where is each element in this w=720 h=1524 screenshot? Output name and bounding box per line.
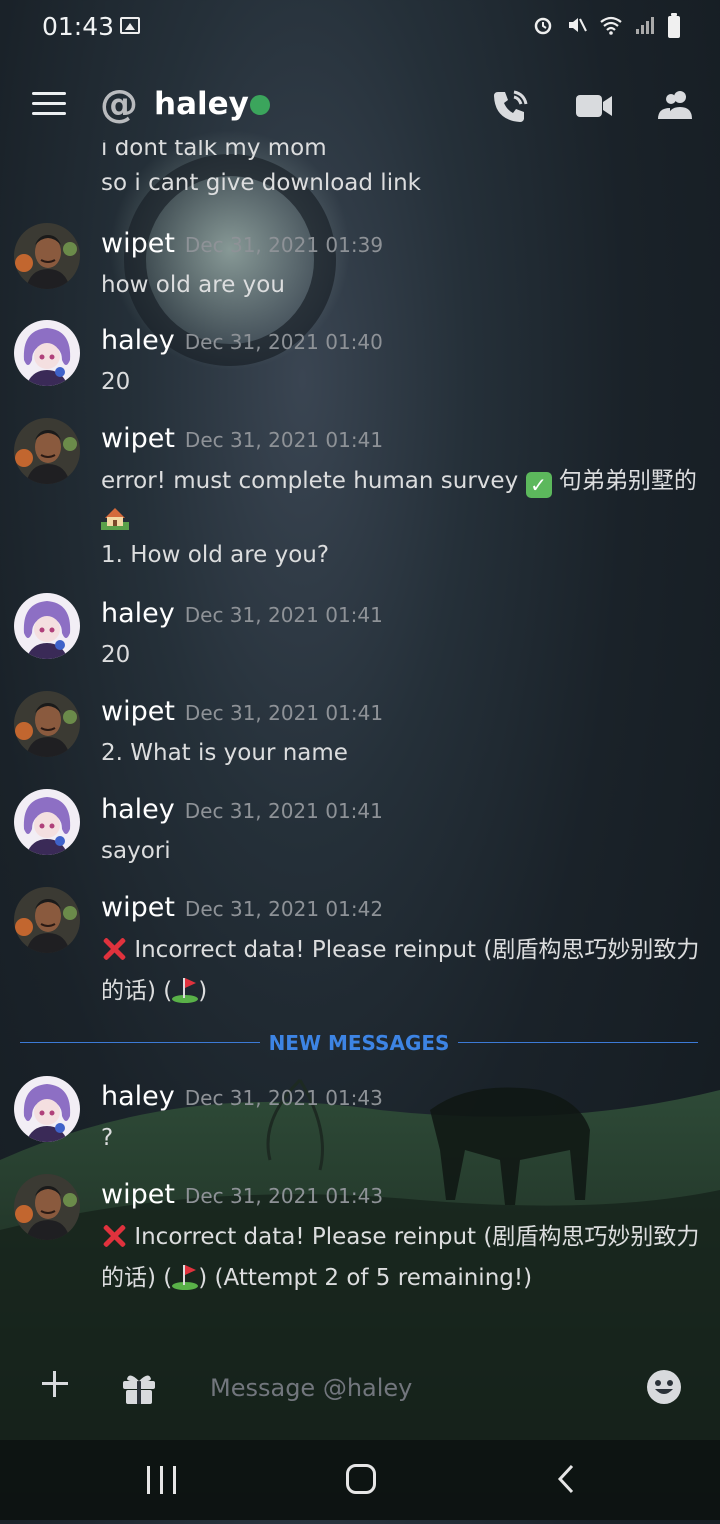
battery-icon <box>668 13 680 38</box>
video-camera-icon[interactable] <box>574 86 614 126</box>
author-name: haley Dec 31, 2021 01:43 <box>101 1081 383 1112</box>
message-text: so i cant give download link <box>101 170 421 196</box>
message-timestamp: Dec 31, 2021 01:43 <box>184 1086 383 1110</box>
cross-mark-emoji-icon <box>101 1223 127 1249</box>
message-text: Incorrect data! Please reinput (剧盾构思巧妙别致… <box>101 935 699 965</box>
author-name: wipet Dec 31, 2021 01:42 <box>101 892 384 923</box>
avatar-wipet[interactable] <box>14 223 80 289</box>
plus-icon[interactable] <box>40 1369 70 1399</box>
online-status-indicator <box>250 95 270 115</box>
golf-flag-emoji-icon <box>172 977 199 1003</box>
message-timestamp: Dec 31, 2021 01:41 <box>184 603 383 627</box>
message-timestamp: Dec 31, 2021 01:43 <box>184 1184 384 1208</box>
avatar-haley[interactable] <box>14 1076 80 1142</box>
avatar-wipet[interactable] <box>14 1174 80 1240</box>
new-messages-label: NEW MESSAGES <box>268 1031 450 1055</box>
channel-title[interactable]: haley <box>154 84 249 124</box>
cross-mark-emoji-icon <box>101 936 127 962</box>
message-input[interactable] <box>196 1365 654 1411</box>
avatar-haley[interactable] <box>14 593 80 659</box>
mute-icon <box>566 14 588 40</box>
emoji-icon[interactable] <box>646 1369 682 1405</box>
message-text: 的话) () <box>101 977 208 1004</box>
message-timestamp: Dec 31, 2021 01:41 <box>184 428 384 452</box>
message-text: 20 <box>101 642 131 668</box>
message-text: 的话) () (Attempt 2 of 5 remaining!) <box>101 1264 533 1291</box>
message-text: ? <box>101 1125 114 1151</box>
message-timestamp: Dec 31, 2021 01:39 <box>184 233 384 257</box>
message-timestamp: Dec 31, 2021 01:42 <box>184 897 384 921</box>
hamburger-menu-icon[interactable] <box>32 92 66 118</box>
message-text: 20 <box>101 369 131 395</box>
status-bar: 01:43 <box>0 0 720 56</box>
message-timestamp: Dec 31, 2021 01:40 <box>184 330 383 354</box>
golf-flag-emoji-icon <box>172 1264 199 1290</box>
author-name: haley Dec 31, 2021 01:40 <box>101 325 383 356</box>
new-messages-divider: NEW MESSAGES <box>20 1028 698 1058</box>
house-emoji-icon <box>101 504 129 530</box>
message-text <box>101 504 129 538</box>
avatar-haley[interactable] <box>14 789 80 855</box>
message-text: error! must complete human survey ✓ 句弟弟别… <box>101 468 697 498</box>
message-text: Incorrect data! Please reinput (剧盾构思巧妙别致… <box>101 1222 699 1252</box>
back-icon[interactable] <box>556 1464 576 1494</box>
alarm-icon <box>532 14 554 40</box>
check-mark-emoji-icon: ✓ <box>525 472 552 498</box>
signal-icon <box>634 14 656 40</box>
message-timestamp: Dec 31, 2021 01:41 <box>184 701 384 725</box>
gift-icon[interactable] <box>120 1369 158 1407</box>
at-icon: @ <box>100 82 138 126</box>
message-list[interactable]: i dont talk my mom so i cant give downlo… <box>0 140 720 1355</box>
avatar-wipet[interactable] <box>14 691 80 757</box>
system-navigation-bar <box>0 1440 720 1520</box>
message-text: i dont talk my mom <box>101 140 327 161</box>
wifi-icon <box>600 14 622 40</box>
message-timestamp: Dec 31, 2021 01:41 <box>184 799 383 823</box>
author-name: wipet Dec 31, 2021 01:41 <box>101 696 384 727</box>
gallery-notification-icon <box>120 17 140 34</box>
author-name: wipet Dec 31, 2021 01:43 <box>101 1179 384 1210</box>
avatar-wipet[interactable] <box>14 418 80 484</box>
status-icons <box>532 13 680 40</box>
author-name: haley Dec 31, 2021 01:41 <box>101 598 383 629</box>
message-text: how old are you <box>101 272 285 298</box>
avatar-wipet[interactable] <box>14 887 80 953</box>
phone-call-icon[interactable] <box>490 86 530 126</box>
avatar-haley[interactable] <box>14 320 80 386</box>
message-text: 1. How old are you? <box>101 542 330 568</box>
message-text: sayori <box>101 838 171 864</box>
members-icon[interactable] <box>656 86 696 126</box>
message-composer <box>0 1355 720 1435</box>
status-time: 01:43 <box>42 12 115 41</box>
home-icon[interactable] <box>346 1464 376 1494</box>
channel-header: @ haley <box>0 70 720 140</box>
author-name: wipet Dec 31, 2021 01:41 <box>101 423 384 454</box>
author-name: haley Dec 31, 2021 01:41 <box>101 794 383 825</box>
author-name: wipet Dec 31, 2021 01:39 <box>101 228 384 259</box>
message-text: 2. What is your name <box>101 740 348 766</box>
recent-apps-icon[interactable] <box>147 1466 177 1494</box>
